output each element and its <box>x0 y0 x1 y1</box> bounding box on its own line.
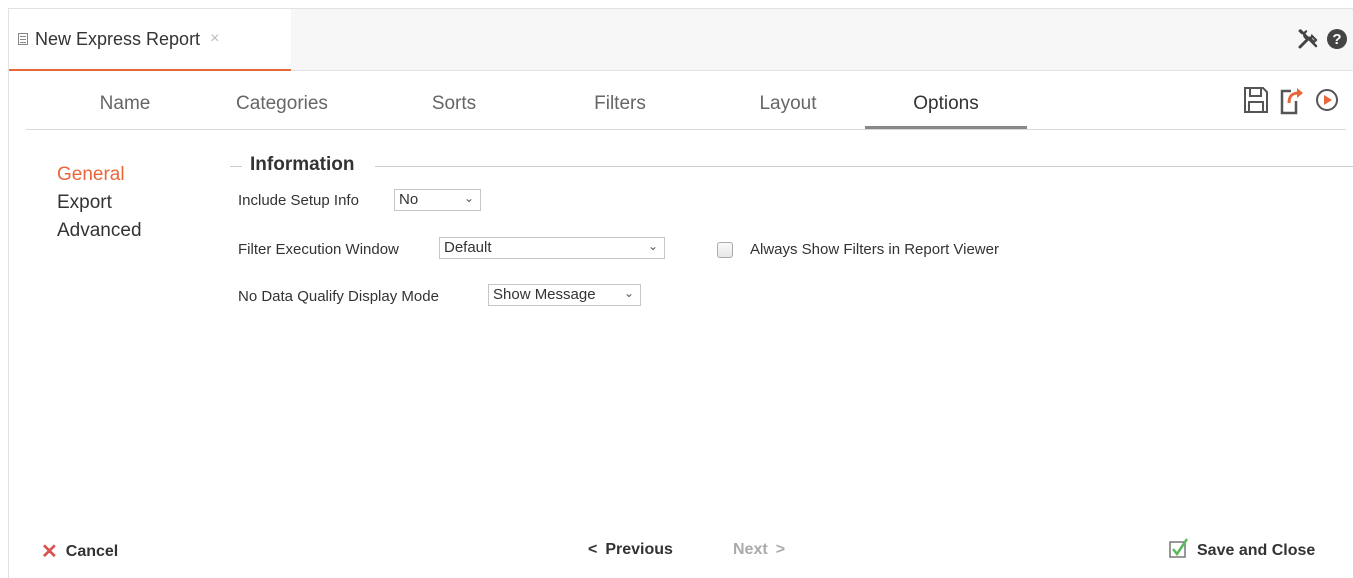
previous-label: Previous <box>605 541 673 558</box>
filter-window-label: Filter Execution Window <box>238 241 399 258</box>
header-icons: ? <box>1296 27 1348 56</box>
run-icon[interactable] <box>1315 88 1339 117</box>
export-icon[interactable] <box>1279 85 1305 120</box>
section-header: Information <box>230 154 1353 178</box>
report-designer-window: New Express Report × ? Name Categories S… <box>8 8 1353 578</box>
svg-text:?: ? <box>1332 31 1341 48</box>
close-tab-icon[interactable]: × <box>210 30 219 48</box>
legend-line-right <box>375 166 1353 167</box>
save-icon[interactable] <box>1243 86 1269 119</box>
step-categories[interactable]: Categories <box>222 93 342 115</box>
step-sorts[interactable]: Sorts <box>419 93 489 115</box>
include-setup-select[interactable]: No ⌄ <box>394 189 481 211</box>
no-data-mode-label: No Data Qualify Display Mode <box>238 288 439 305</box>
help-icon[interactable]: ? <box>1326 28 1348 55</box>
filter-window-select[interactable]: Default ⌄ <box>439 237 665 259</box>
step-options[interactable]: Options <box>906 93 986 115</box>
wizard-step-nav: Name Categories Sorts Filters Layout Opt… <box>26 71 1346 130</box>
document-tab-bar: New Express Report × ? <box>9 9 1353 71</box>
side-item-general[interactable]: General <box>57 161 142 189</box>
legend-line-left <box>230 166 242 167</box>
report-actions <box>1243 85 1339 120</box>
step-filters[interactable]: Filters <box>580 93 660 115</box>
chevron-down-icon: ⌄ <box>647 239 658 253</box>
side-item-export[interactable]: Export <box>57 189 142 217</box>
section-title: Information <box>250 154 355 175</box>
side-item-advanced[interactable]: Advanced <box>57 217 142 245</box>
checkbox-check-icon <box>1169 537 1189 564</box>
always-show-filters-label: Always Show Filters in Report Viewer <box>750 241 999 258</box>
cancel-button[interactable]: ✕ Cancel <box>41 539 118 564</box>
chevron-down-icon: ⌄ <box>463 191 474 205</box>
document-icon <box>18 33 28 45</box>
include-setup-label: Include Setup Info <box>238 192 359 209</box>
previous-button[interactable]: < Previous <box>588 541 673 559</box>
no-data-mode-select[interactable]: Show Message ⌄ <box>488 284 641 306</box>
no-data-mode-value: Show Message <box>493 286 596 303</box>
document-tab[interactable]: New Express Report × <box>9 9 291 71</box>
next-button[interactable]: Next > <box>733 541 785 559</box>
save-and-close-label: Save and Close <box>1197 541 1316 559</box>
active-step-indicator <box>865 126 1027 129</box>
chevron-left-icon: < <box>588 541 598 558</box>
next-label: Next <box>733 541 768 558</box>
tools-icon[interactable] <box>1296 27 1320 56</box>
save-and-close-button[interactable]: Save and Close <box>1169 537 1315 564</box>
options-side-menu: General Export Advanced <box>57 161 142 245</box>
document-tab-title: New Express Report <box>35 28 201 49</box>
step-name[interactable]: Name <box>90 93 160 115</box>
cancel-x-icon: ✕ <box>41 541 58 563</box>
cancel-label: Cancel <box>65 542 119 560</box>
filter-window-value: Default <box>444 239 492 256</box>
chevron-right-icon: > <box>775 541 786 558</box>
step-layout[interactable]: Layout <box>748 93 828 115</box>
chevron-down-icon: ⌄ <box>623 286 634 300</box>
include-setup-value: No <box>399 191 419 208</box>
always-show-filters-checkbox[interactable] <box>717 242 733 258</box>
